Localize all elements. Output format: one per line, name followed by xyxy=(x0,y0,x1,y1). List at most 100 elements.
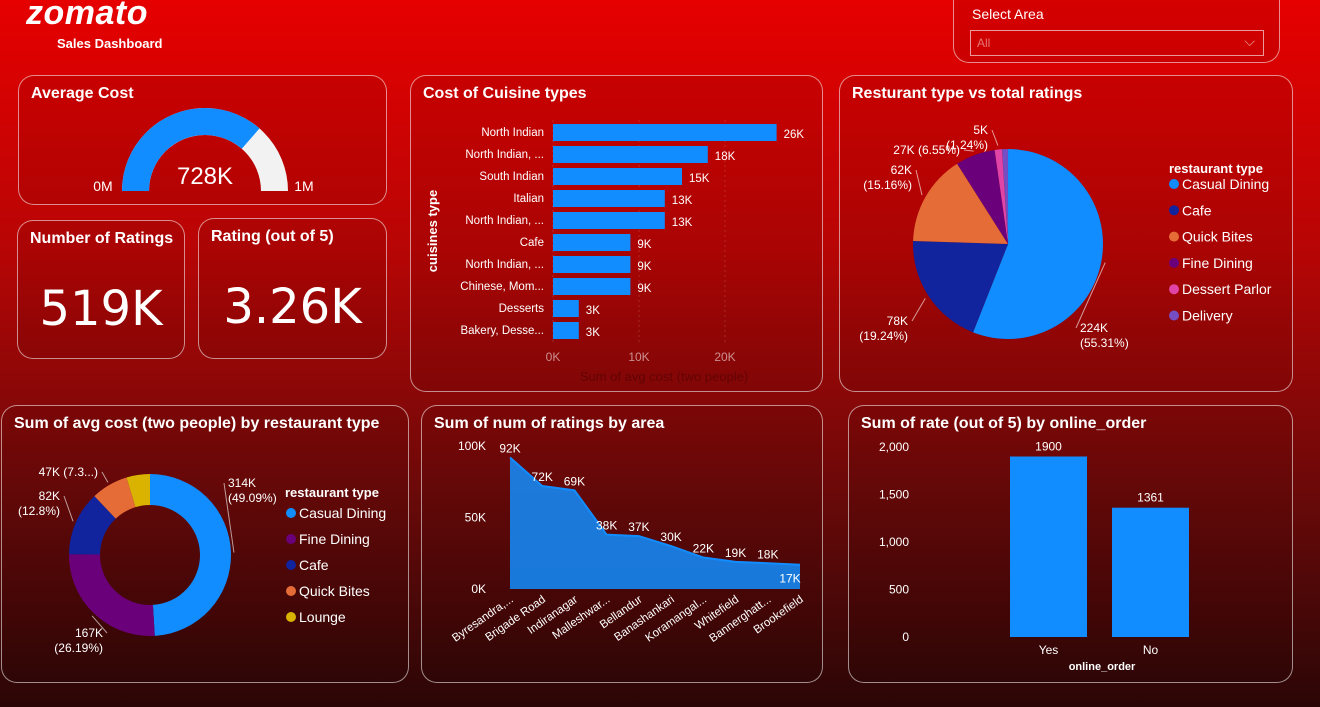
data-label: (12.8%) xyxy=(18,504,60,518)
legend-title: restaurant type xyxy=(285,485,379,500)
legend-title: restaurant type xyxy=(1169,161,1263,176)
bar xyxy=(553,278,631,295)
bar xyxy=(1112,507,1189,637)
category-label: Bakery, Desse... xyxy=(460,325,544,337)
leader-line xyxy=(101,471,109,483)
y-tick-label: 1,500 xyxy=(879,488,909,502)
data-label: 15K xyxy=(689,173,710,185)
kpi-value: 519K xyxy=(39,281,163,337)
slicer-title: Select Area xyxy=(972,6,1044,22)
data-label: (26.19%) xyxy=(54,641,103,655)
bar xyxy=(553,322,579,339)
leader-line xyxy=(911,298,926,322)
legend-entry: Delivery xyxy=(1182,308,1233,324)
x-tick-label: 0K xyxy=(546,350,561,364)
y-tick-label: 500 xyxy=(889,583,909,597)
leader-line xyxy=(63,495,74,522)
area-dropdown[interactable]: All ⌵ xyxy=(970,30,1264,56)
kpi-value: 3.26K xyxy=(223,279,362,335)
data-label: 9K xyxy=(637,283,651,295)
dashboard-subtitle: Sales Dashboard xyxy=(57,36,163,51)
x-tick-label: Yes xyxy=(1039,643,1059,657)
legend-marker xyxy=(1169,284,1179,295)
cost-donut-card: Sum of avg cost (two people) by restaura… xyxy=(1,405,409,683)
data-label: 1900 xyxy=(1035,440,1062,454)
legend-marker xyxy=(286,534,296,544)
bar xyxy=(553,234,631,251)
legend-entry: Quick Bites xyxy=(299,583,370,599)
data-label: 5K xyxy=(973,123,988,137)
x-tick-label: 20K xyxy=(714,350,735,364)
bar xyxy=(553,146,708,163)
category-label: North Indian, ... xyxy=(465,149,544,161)
y-tick-label: 1,000 xyxy=(879,535,909,549)
data-label: 26K xyxy=(784,129,805,141)
gauge-min-label: 0M xyxy=(93,178,112,194)
data-label: 19K xyxy=(725,546,746,560)
legend-entry: Dessert Parlor xyxy=(1182,281,1272,297)
data-label: 22K xyxy=(693,542,714,556)
bar xyxy=(553,212,665,229)
x-tick-label: 10K xyxy=(628,350,649,364)
y-tick-label: 100K xyxy=(458,439,486,453)
legend-marker xyxy=(1169,231,1179,242)
legend-marker xyxy=(1169,257,1179,268)
category-label: North Indian, ... xyxy=(465,259,544,271)
legend-entry: Fine Dining xyxy=(299,531,370,547)
kpi-title: Rating (out of 5) xyxy=(211,228,334,245)
online-order-bar-chart: online_order 0 500 1,000 1,500 2,000 1900 Yes 1… xyxy=(879,440,1189,673)
data-label: 82K xyxy=(39,489,60,503)
category-label: Cafe xyxy=(520,237,544,249)
x-axis-title: online_order xyxy=(1069,661,1136,673)
kpi-title: Number of Ratings xyxy=(30,230,174,247)
data-label: 3K xyxy=(586,327,600,339)
legend-entry: Fine Dining xyxy=(1182,255,1253,271)
bar xyxy=(1010,456,1087,637)
data-label: (49.09%) xyxy=(228,491,277,505)
ratings-pie-chart: restaurant type 224K(55.31%) 78K(19.24%) 6… xyxy=(859,123,1272,350)
y-tick-label: 2,000 xyxy=(879,440,909,454)
data-label: 13K xyxy=(672,195,693,207)
y-tick-label: 50K xyxy=(465,511,486,525)
legend-marker xyxy=(286,586,296,596)
x-axis-title: Sum of avg cost (two people) xyxy=(580,369,748,384)
legend-entry: Cafe xyxy=(1182,202,1212,218)
bar xyxy=(553,190,665,207)
data-label: 72K xyxy=(532,470,553,484)
data-label: (1.24%) xyxy=(946,138,988,152)
data-label: 18K xyxy=(715,151,736,163)
area-slicer: Select Area All ⌵ xyxy=(953,0,1280,63)
area-fill xyxy=(510,457,800,589)
chevron-down-icon: ⌵ xyxy=(1244,34,1255,50)
y-axis-title: cuisines type xyxy=(425,190,440,272)
rating-card: Rating (out of 5) 3.26K xyxy=(198,218,387,359)
x-tick-label: No xyxy=(1143,643,1159,657)
legend-entry: Lounge xyxy=(299,609,346,625)
cost-donut-chart: restaurant type 314K(49.09%) 167K(26.19%)… xyxy=(18,465,386,655)
gauge-chart: 728K 0M 1M xyxy=(93,108,314,194)
legend-marker xyxy=(1169,205,1179,216)
data-label: 38K xyxy=(596,519,617,533)
cuisine-cost-chart-card: Cost of Cuisine types cuisines type Sum … xyxy=(410,75,823,392)
legend-marker xyxy=(286,560,296,570)
data-label: 9K xyxy=(637,239,651,251)
area-ratings-card: Sum of num of ratings by area 0K 50K 100K 9… xyxy=(421,405,823,683)
data-label: 17K xyxy=(779,572,800,586)
number-of-ratings-card: Number of Ratings 519K xyxy=(17,220,185,359)
category-label: North Indian xyxy=(481,127,544,139)
data-label: (55.31%) xyxy=(1080,336,1129,350)
data-label: 9K xyxy=(637,261,651,273)
gauge-value: 728K xyxy=(177,163,233,190)
y-tick-label: 0K xyxy=(471,582,486,596)
legend-entry: Quick Bites xyxy=(1182,229,1253,245)
data-label: 47K (7.3...) xyxy=(39,465,98,479)
data-label: 92K xyxy=(499,441,520,455)
cuisine-bar-chart: cuisines type Sum of avg cost (two peopl… xyxy=(425,120,805,384)
data-label: 1361 xyxy=(1137,491,1164,505)
dropdown-value: All xyxy=(977,36,991,50)
data-label: 30K xyxy=(660,530,681,544)
legend-marker xyxy=(286,508,296,518)
data-label: 37K xyxy=(628,520,649,534)
area-chart: 0K50K100K 92KByresandra,...72KBrigade Roa… xyxy=(450,439,806,645)
data-label: 78K xyxy=(887,314,908,328)
